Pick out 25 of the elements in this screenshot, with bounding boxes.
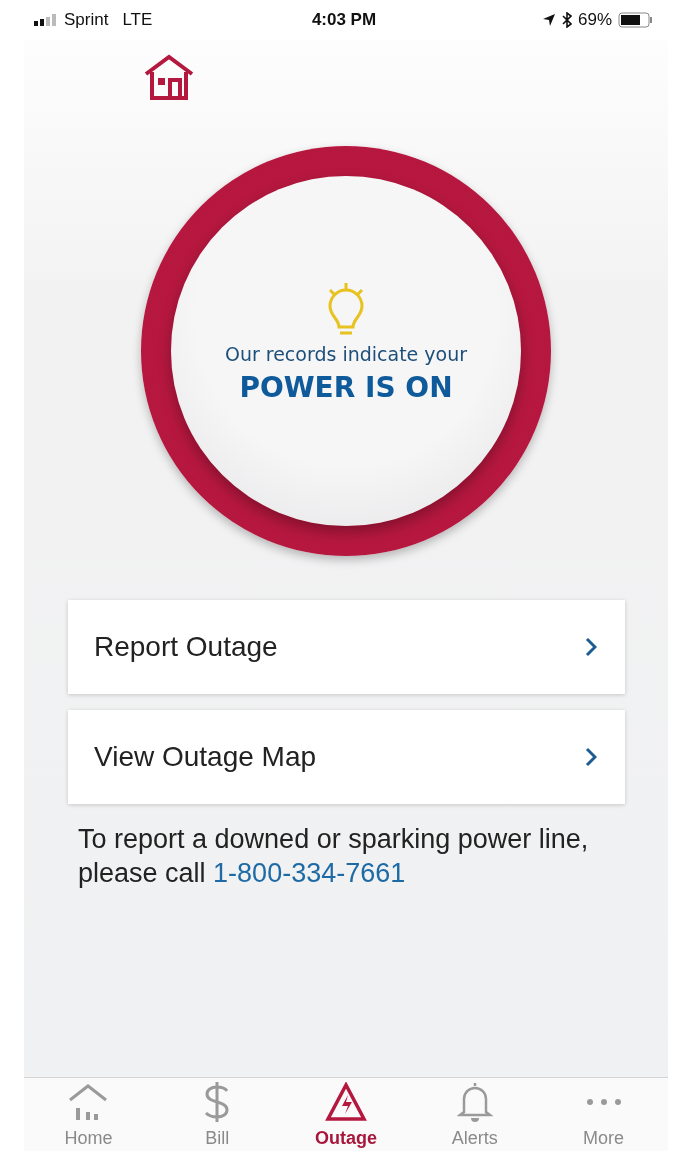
power-status: POWER IS ON bbox=[239, 370, 453, 404]
bell-icon bbox=[456, 1081, 493, 1123]
battery-icon bbox=[618, 12, 654, 28]
chevron-right-icon bbox=[585, 747, 597, 767]
battery-percent: 69% bbox=[577, 10, 612, 30]
more-dots-icon bbox=[585, 1098, 622, 1106]
chevron-right-icon bbox=[585, 637, 597, 657]
action-button[interactable]: View Outage Map bbox=[68, 710, 625, 804]
notice-text: To report a downed or sparking power line, please call 1-800-334-7661 bbox=[78, 823, 590, 890]
network-type: LTE bbox=[122, 10, 153, 30]
action-button[interactable]: Report Outage bbox=[68, 600, 625, 694]
status-caption: Our records indicate your bbox=[224, 342, 468, 365]
tab-button[interactable]: Outage bbox=[281, 1078, 411, 1151]
bluetooth-icon bbox=[561, 12, 572, 28]
tab-button[interactable]: Bill bbox=[152, 1078, 282, 1151]
signal-icon bbox=[34, 14, 58, 26]
house-icon[interactable] bbox=[142, 54, 196, 102]
tab-button[interactable]: More bbox=[539, 1078, 668, 1151]
phone-link[interactable]: 1-800-334-7661 bbox=[213, 858, 406, 888]
warning-lightning-icon bbox=[325, 1082, 367, 1122]
location-arrow-icon bbox=[541, 13, 556, 27]
tab-button[interactable]: Alerts bbox=[410, 1078, 540, 1151]
carrier-name: Sprint bbox=[64, 10, 109, 30]
tab-button[interactable]: Home bbox=[24, 1078, 153, 1151]
clock-time: 4:03 PM bbox=[311, 10, 377, 30]
